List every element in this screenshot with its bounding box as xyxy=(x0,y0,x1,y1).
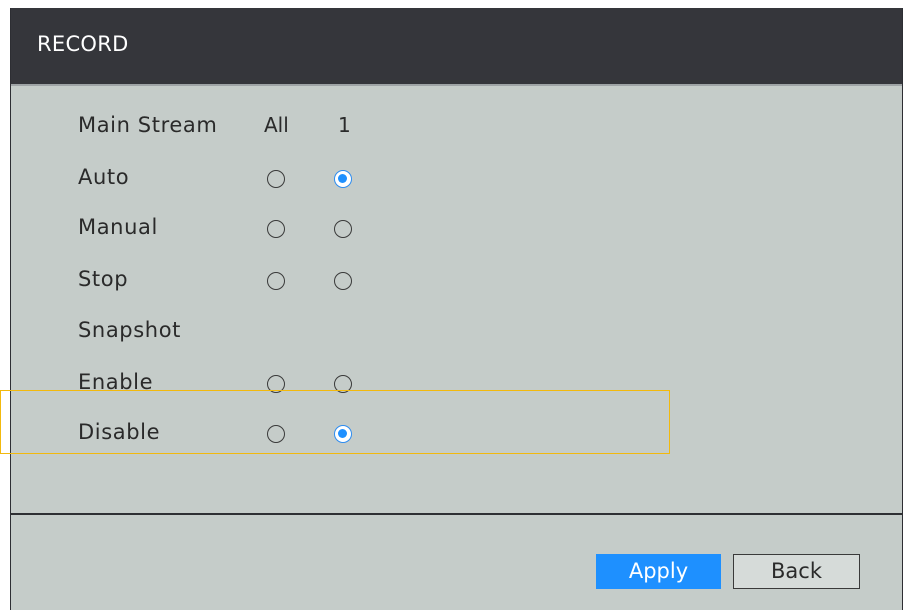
disable-all-radio[interactable] xyxy=(267,425,285,443)
disable-channel-1-radio[interactable] xyxy=(334,425,352,443)
back-button[interactable]: Back xyxy=(733,554,860,589)
manual-channel-1-radio[interactable] xyxy=(334,220,352,238)
mode-label-stop: Stop xyxy=(78,267,129,291)
mode-row-auto: Auto xyxy=(11,158,902,198)
snapshot-header-row: Snapshot xyxy=(11,311,902,351)
snapshot-label: Snapshot xyxy=(78,318,181,342)
snapshot-row-disable: Disable xyxy=(11,413,902,453)
manual-all-radio[interactable] xyxy=(267,220,285,238)
mode-label-auto: Auto xyxy=(78,165,130,189)
mode-row-stop: Stop xyxy=(11,260,902,300)
snapshot-disable-label: Disable xyxy=(78,420,161,444)
title-bar: RECORD xyxy=(11,8,902,86)
radio-dot xyxy=(338,174,347,183)
column-all-header: All xyxy=(264,113,289,137)
enable-all-radio[interactable] xyxy=(267,375,285,393)
snapshot-row-enable: Enable xyxy=(11,363,902,403)
column-channel-1-header: 1 xyxy=(338,113,351,137)
enable-channel-1-radio[interactable] xyxy=(334,375,352,393)
stop-channel-1-radio[interactable] xyxy=(334,272,352,290)
apply-button[interactable]: Apply xyxy=(596,554,721,589)
main-stream-header-row: Main Stream All 1 xyxy=(11,106,902,146)
auto-all-radio[interactable] xyxy=(267,170,285,188)
stop-all-radio[interactable] xyxy=(267,272,285,290)
footer-divider xyxy=(10,513,903,515)
radio-dot xyxy=(338,429,347,438)
mode-row-manual: Manual xyxy=(11,208,902,248)
mode-label-manual: Manual xyxy=(78,215,158,239)
auto-channel-1-radio[interactable] xyxy=(334,170,352,188)
snapshot-enable-label: Enable xyxy=(78,370,154,394)
main-stream-label: Main Stream xyxy=(78,113,218,137)
record-dialog: RECORD Main Stream All 1 Auto Manual Sto… xyxy=(10,8,903,610)
dialog-title: RECORD xyxy=(37,32,129,56)
